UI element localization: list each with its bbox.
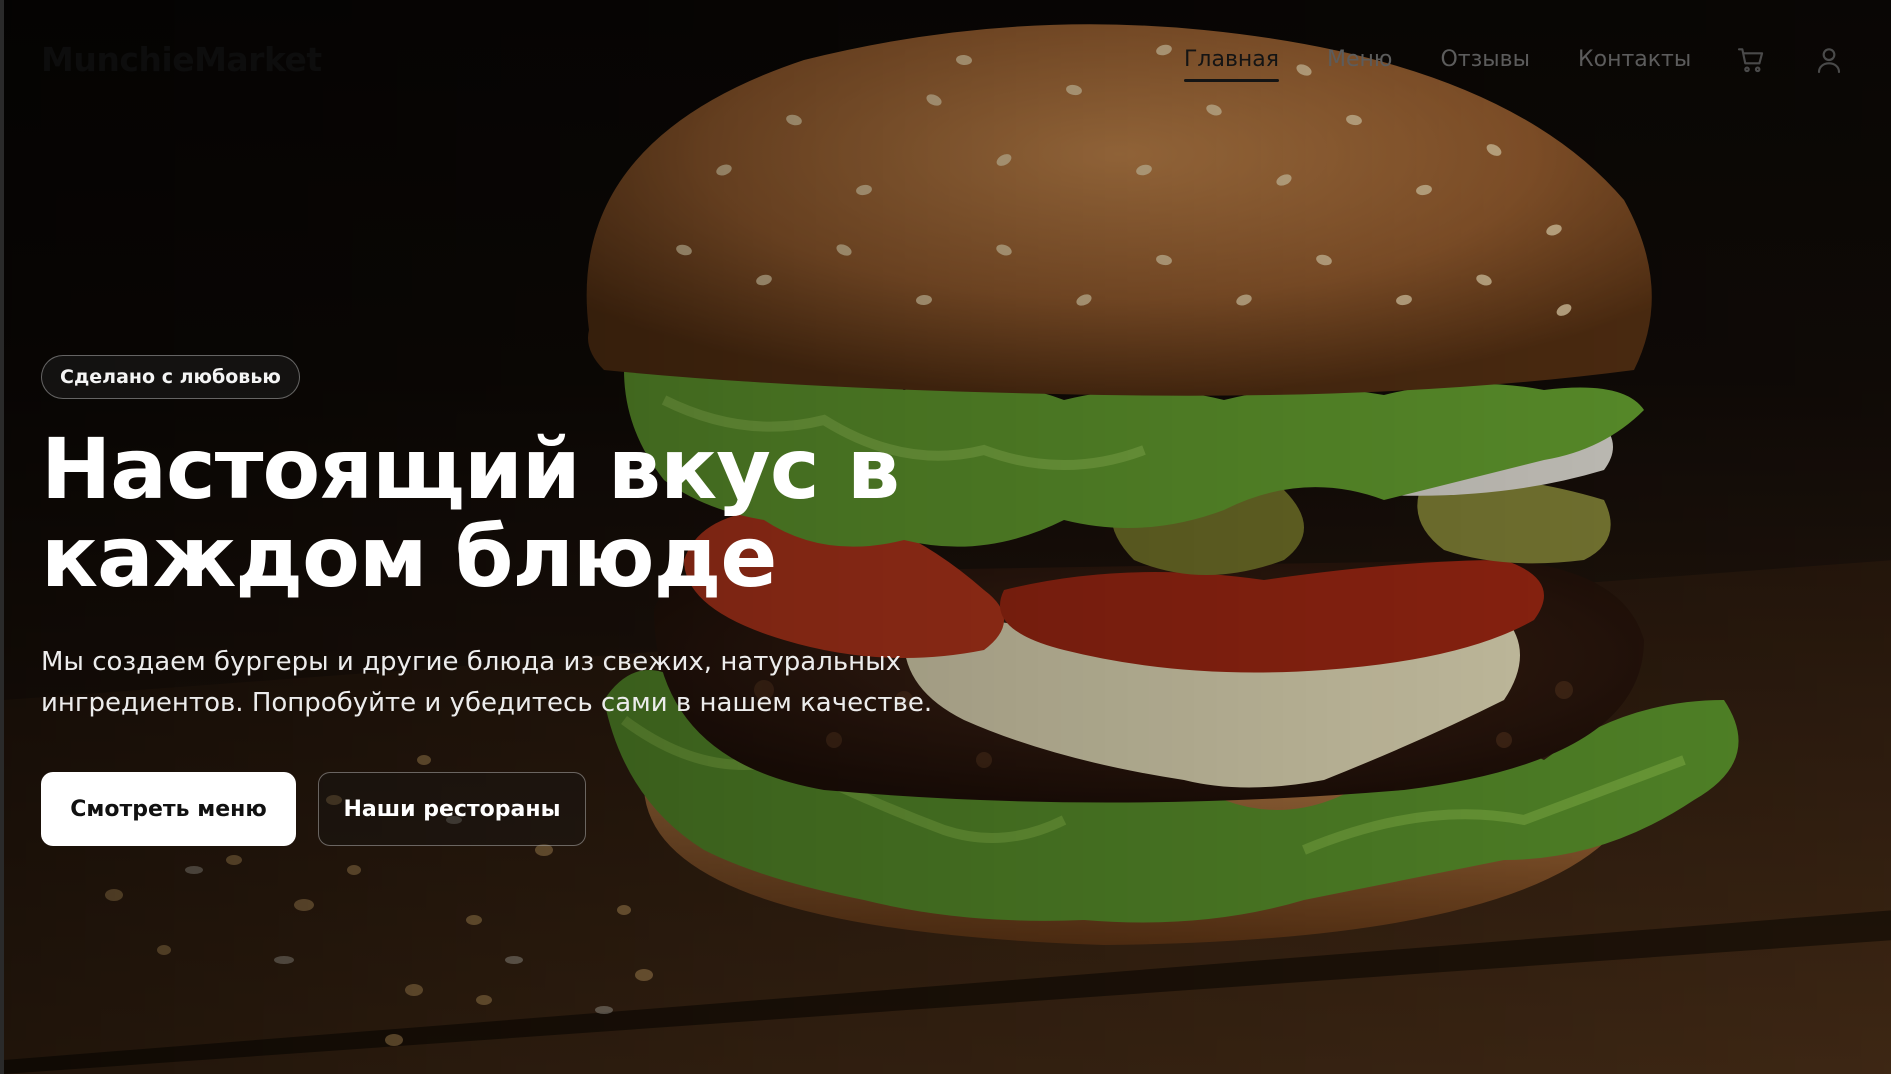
nav-link-contacts[interactable]: Контакты (1578, 47, 1691, 82)
hero-subtitle: Мы создаем бургеры и другие блюда из све… (41, 642, 961, 724)
nav-link-reviews[interactable]: Отзывы (1440, 47, 1530, 82)
hero-badge: Сделано с любовью (41, 355, 300, 399)
nav-link-menu[interactable]: Меню (1327, 47, 1392, 82)
cart-button[interactable] (1735, 44, 1767, 76)
hero-title-line-2: каждом блюде (41, 508, 777, 606)
nav-link-home[interactable]: Главная (1184, 47, 1280, 82)
user-icon (1817, 48, 1841, 74)
user-account-button[interactable] (1813, 44, 1845, 76)
main-nav: Главная Меню Отзывы Контакты (1184, 47, 1739, 82)
hero-title-line-1: Настоящий вкус в (41, 420, 900, 518)
hero-subtitle-line-1: Мы создаем бургеры и другие блюда из све… (41, 647, 902, 677)
brand-logo[interactable]: MunchieMarket (41, 40, 322, 79)
hero-subtitle-line-2: ингредиентов. Попробуйте и убедитесь сам… (41, 688, 933, 718)
cart-icon (1737, 48, 1764, 73)
hero-title: Настоящий вкус в каждом блюде (41, 425, 941, 601)
landing-page: MunchieMarket Главная Меню Отзывы Контак… (0, 0, 1891, 1074)
site-header: MunchieMarket Главная Меню Отзывы Контак… (4, 0, 1891, 122)
view-menu-button[interactable]: Смотреть меню (41, 772, 296, 846)
our-restaurants-button[interactable]: Наши рестораны (318, 772, 586, 846)
